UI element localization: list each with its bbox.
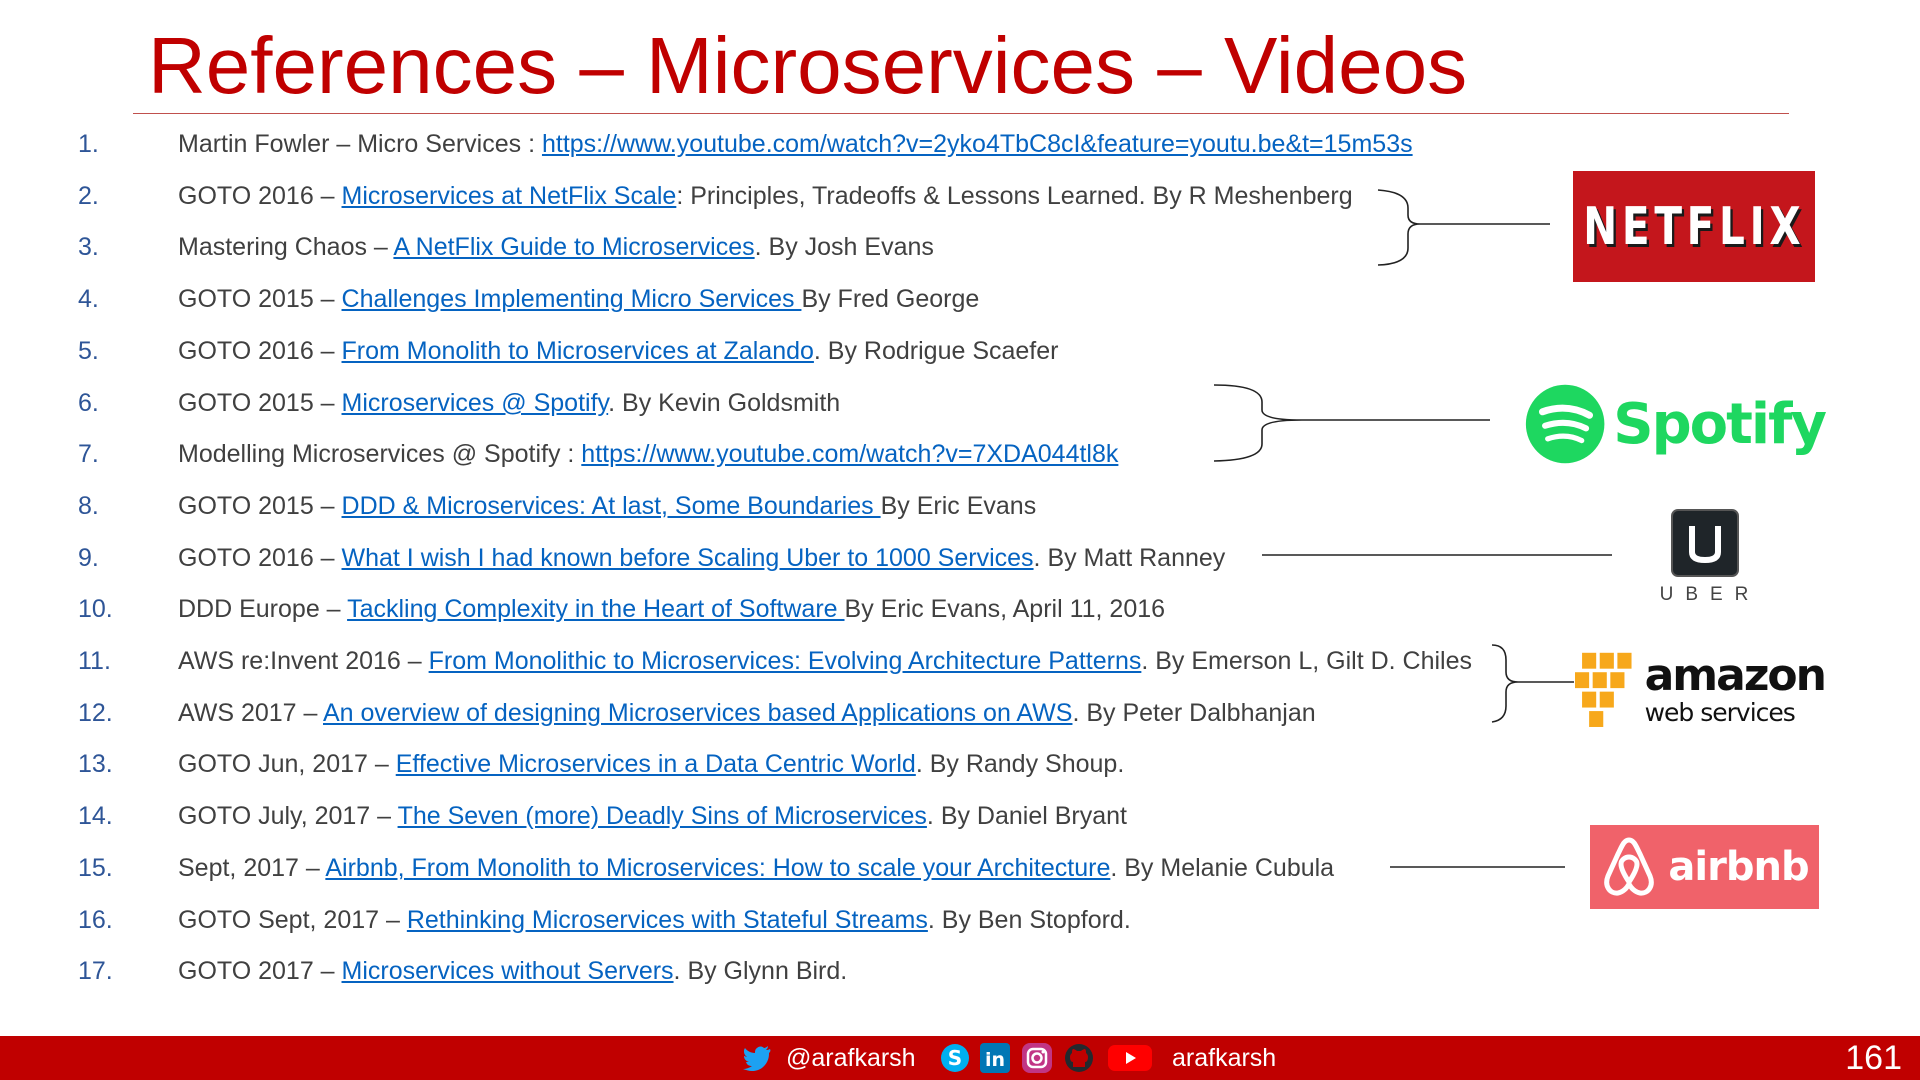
aws-logo: amazon web services: [1575, 642, 1827, 736]
skype-icon[interactable]: S: [940, 1043, 970, 1073]
svg-text:S: S: [948, 1046, 962, 1070]
github-icon[interactable]: [1064, 1043, 1094, 1073]
netflix-logo: NETFLIX: [1573, 171, 1815, 282]
airbnb-wordmark: airbnb: [1668, 844, 1809, 890]
instagram-icon[interactable]: [1022, 1043, 1052, 1073]
spotify-logo: Spotify: [1525, 378, 1827, 470]
spotify-brace: [1213, 384, 1303, 462]
uber-logo: UBER: [1640, 508, 1770, 608]
airbnb-logo: airbnb: [1590, 825, 1819, 909]
aws-wordmark-amazon: amazon: [1644, 649, 1827, 701]
airbnb-belo-icon: [1604, 837, 1655, 896]
youtube-handle: arafkarsh: [1172, 1044, 1277, 1072]
aws-brace: [1491, 644, 1519, 723]
netflix-brace: [1377, 189, 1421, 266]
connector-lines: [1213, 189, 1612, 868]
aws-cubes-icon: [1575, 652, 1632, 727]
spotify-icon: [1525, 384, 1605, 464]
netflix-wordmark: NETFLIX: [1583, 196, 1806, 257]
svg-text:in: in: [985, 1049, 1005, 1071]
linkedin-icon[interactable]: in: [980, 1043, 1010, 1073]
youtube-icon[interactable]: [1108, 1043, 1152, 1073]
footer-bar: @arafkarsh S in arafkarsh 161: [0, 1036, 1920, 1080]
aws-wordmark-web-services: web services: [1644, 697, 1796, 727]
twitter-icon[interactable]: [742, 1043, 772, 1073]
spotify-wordmark: Spotify: [1613, 391, 1827, 457]
page-number: 161: [1845, 1039, 1902, 1077]
twitter-handle: @arafkarsh: [786, 1044, 916, 1072]
uber-wordmark: UBER: [1659, 584, 1761, 605]
uber-icon: [1671, 509, 1739, 577]
